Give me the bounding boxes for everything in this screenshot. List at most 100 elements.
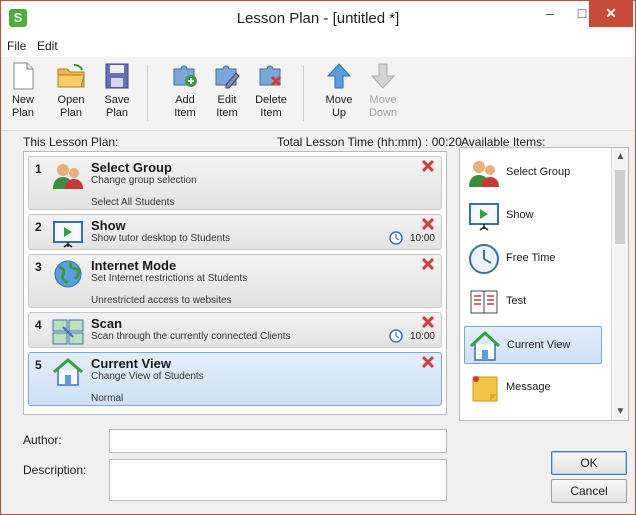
test-icon: [470, 290, 498, 314]
current-view-icon: [469, 330, 501, 361]
move-down-label: Move Down: [368, 94, 398, 119]
author-label: Author:: [23, 433, 62, 447]
delete-item-button[interactable]: Delete Item: [251, 61, 291, 120]
item-setting: Select All Students: [91, 197, 175, 208]
new-plan-label: New Plan: [11, 94, 35, 119]
add-puzzle-icon: [173, 65, 197, 87]
remove-item-icon[interactable]: [421, 257, 435, 271]
item-description: Change group selection: [91, 175, 197, 186]
available-item-label: Show: [506, 209, 534, 221]
available-item-show[interactable]: Show: [464, 197, 602, 235]
menu-edit[interactable]: Edit: [37, 39, 58, 53]
available-item-label: Select Group: [506, 166, 571, 178]
close-button[interactable]: ✕: [589, 1, 633, 27]
item-name: Show: [91, 218, 126, 233]
minimize-button[interactable]: –: [535, 1, 565, 27]
menu-file[interactable]: File: [7, 39, 26, 53]
move-down-button[interactable]: Move Down: [363, 61, 403, 120]
item-setting: Normal: [91, 393, 124, 404]
item-number: 5: [35, 358, 42, 372]
toolbar: New Plan Open Plan Save Plan Add Item Ed…: [1, 57, 635, 131]
new-plan-button[interactable]: New Plan: [3, 61, 43, 120]
available-items-list: Select Group Show Free Time Test Current…: [459, 147, 629, 421]
remove-item-icon[interactable]: [421, 315, 435, 329]
available-item-select-group[interactable]: Select Group: [464, 154, 602, 192]
available-item-test[interactable]: Test: [464, 283, 602, 321]
title-bar: S Lesson Plan - [untitled *] – □ ✕: [1, 1, 635, 35]
description-input[interactable]: [109, 459, 447, 501]
item-number: 2: [35, 220, 42, 234]
edit-item-button[interactable]: Edit Item: [207, 61, 247, 120]
scan-icon: [52, 319, 84, 345]
move-up-button[interactable]: Move Up: [319, 61, 359, 120]
plan-header: This Lesson Plan:: [23, 135, 119, 149]
author-input[interactable]: [109, 429, 447, 453]
new-document-icon: [13, 62, 34, 90]
cancel-button[interactable]: Cancel: [551, 479, 627, 503]
group-icon: [469, 161, 499, 187]
scroll-down-icon[interactable]: ▼: [612, 403, 629, 420]
plan-item-scan[interactable]: 4 Scan Scan through the currently connec…: [28, 312, 442, 348]
add-item-label: Add Item: [174, 94, 196, 119]
clock-icon: [389, 231, 403, 245]
available-item-label: Free Time: [506, 252, 556, 264]
clock-icon: [389, 329, 403, 343]
group-icon: [53, 164, 83, 189]
available-item-label: Current View: [507, 339, 571, 351]
available-item-free-time[interactable]: Free Time: [464, 240, 602, 278]
toolbar-separator-2: [303, 65, 304, 121]
show-icon: [469, 203, 499, 231]
item-name: Select Group: [91, 160, 172, 175]
item-name: Current View: [91, 356, 171, 371]
save-disk-icon: [105, 63, 129, 89]
item-description: Show tutor desktop to Students: [91, 233, 230, 244]
save-plan-label: Save Plan: [104, 94, 130, 119]
arrow-up-icon: [326, 63, 352, 89]
open-folder-icon: [57, 64, 85, 88]
message-icon: [472, 376, 498, 402]
ok-button[interactable]: OK: [551, 451, 627, 475]
description-label: Description:: [23, 463, 87, 477]
menu-bar: File Edit: [1, 35, 635, 57]
globe-icon: [54, 260, 82, 288]
edit-puzzle-icon: [215, 65, 240, 89]
delete-puzzle-icon: [259, 65, 282, 87]
edit-item-label: Edit Item: [216, 94, 238, 119]
plan-item-select-group[interactable]: 1 Select Group Change group selection Se…: [28, 156, 442, 210]
item-number: 4: [35, 318, 42, 332]
plan-item-internet-mode[interactable]: 3 Internet Mode Set Internet restriction…: [28, 254, 442, 308]
clock-icon: [469, 244, 499, 274]
available-item-current-view[interactable]: Current View: [464, 326, 602, 364]
item-name: Internet Mode: [91, 258, 177, 273]
show-icon: [53, 221, 83, 248]
item-description: Scan through the currently connected Cli…: [91, 331, 291, 342]
available-item-label: Message: [506, 381, 551, 393]
delete-item-label: Delete Item: [255, 94, 287, 119]
item-number: 1: [35, 162, 42, 176]
plan-item-show[interactable]: 2 Show Show tutor desktop to Students 10…: [28, 214, 442, 250]
total-lesson-time: Total Lesson Time (hh:mm) : 00:20: [277, 135, 462, 149]
toolbar-separator: [147, 65, 148, 121]
scroll-up-icon[interactable]: ▲: [612, 148, 629, 165]
scroll-thumb[interactable]: [615, 170, 625, 244]
arrow-down-icon: [370, 63, 396, 89]
item-description: Set Internet restrictions at Students: [91, 273, 248, 284]
item-number: 3: [35, 260, 42, 274]
available-item-message[interactable]: Message: [464, 369, 602, 407]
save-plan-button[interactable]: Save Plan: [97, 61, 137, 120]
item-name: Scan: [91, 316, 123, 331]
open-plan-button[interactable]: Open Plan: [51, 61, 91, 120]
add-item-button[interactable]: Add Item: [165, 61, 205, 120]
lesson-plan-window: S Lesson Plan - [untitled *] – □ ✕ File …: [0, 0, 636, 515]
remove-item-icon[interactable]: [421, 355, 435, 369]
current-view-icon: [53, 358, 83, 386]
item-description: Change View of Students: [91, 371, 204, 382]
plan-item-current-view[interactable]: 5 Current View Change View of Students N…: [28, 352, 442, 406]
available-item-label: Test: [506, 295, 527, 307]
item-time: 10:00: [409, 331, 435, 342]
remove-item-icon[interactable]: [421, 159, 435, 173]
item-setting: Unrestricted access to websites: [91, 295, 232, 306]
lesson-plan-list: 1 Select Group Change group selection Se…: [23, 151, 447, 415]
available-items-scrollbar[interactable]: ▲ ▼: [611, 148, 628, 420]
remove-item-icon[interactable]: [421, 217, 435, 231]
